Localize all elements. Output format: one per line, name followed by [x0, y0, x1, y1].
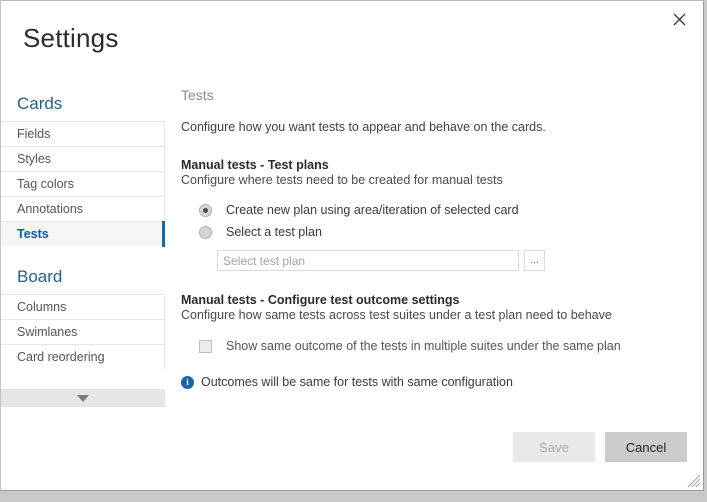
test-plan-picker: ...	[217, 250, 685, 271]
dialog-titlebar: Settings	[1, 1, 703, 73]
chevron-down-icon[interactable]	[1, 389, 165, 407]
settings-sidebar: Cards Fields Styles Tag colors Annotatio…	[1, 87, 165, 407]
radio-label-create-new-plan[interactable]: Create new plan using area/iteration of …	[226, 203, 519, 217]
outcome-settings-description: Configure how same tests across test sui…	[181, 308, 612, 322]
save-button[interactable]: Save	[513, 432, 595, 462]
info-note-text: Outcomes will be same for tests with sam…	[201, 375, 513, 389]
resize-grip-icon[interactable]	[687, 474, 701, 488]
radio-row-create-new-plan[interactable]: Create new plan using area/iteration of …	[199, 199, 685, 221]
test-plans-heading: Manual tests - Test plans	[181, 158, 329, 172]
info-note: i Outcomes will be same for tests with s…	[181, 375, 685, 389]
sidebar-item-fields[interactable]: Fields	[1, 121, 165, 146]
checkbox-label-show-same-outcome[interactable]: Show same outcome of the tests in multip…	[226, 339, 621, 353]
checkbox-row-show-same-outcome[interactable]: Show same outcome of the tests in multip…	[199, 336, 685, 356]
radio-create-new-plan[interactable]	[199, 203, 212, 217]
sidebar-item-tag-colors[interactable]: Tag colors	[1, 171, 165, 196]
radio-row-select-test-plan[interactable]: Select a test plan	[199, 221, 685, 243]
section-title: Tests	[181, 87, 214, 103]
sidebar-group-cards-title: Cards	[1, 87, 165, 121]
page-title: Settings	[23, 23, 119, 53]
close-icon[interactable]	[665, 6, 693, 32]
sidebar-item-tests[interactable]: Tests	[1, 221, 165, 247]
sidebar-item-card-reordering[interactable]: Card reordering	[1, 344, 165, 369]
radio-label-select-test-plan[interactable]: Select a test plan	[226, 225, 322, 239]
info-icon: i	[181, 375, 194, 389]
test-plan-browse-button[interactable]: ...	[524, 250, 545, 271]
sidebar-item-swimlanes[interactable]: Swimlanes	[1, 319, 165, 344]
chevron-down-glyph	[77, 394, 89, 402]
settings-dialog: Settings Cards Fields Styles Tag colors …	[0, 0, 704, 491]
test-plans-description: Configure where tests need to be created…	[181, 173, 503, 187]
sidebar-item-styles[interactable]: Styles	[1, 146, 165, 171]
checkbox-show-same-outcome[interactable]	[199, 339, 212, 353]
sidebar-item-columns[interactable]: Columns	[1, 294, 165, 319]
dialog-footer: Save Cancel	[513, 432, 687, 462]
radio-select-test-plan[interactable]	[199, 225, 212, 239]
outcome-settings-heading: Manual tests - Configure test outcome se…	[181, 293, 460, 307]
sidebar-group-board-title: Board	[1, 260, 165, 294]
settings-main-panel: Tests Configure how you want tests to ap…	[165, 87, 703, 389]
cancel-button[interactable]: Cancel	[605, 432, 687, 462]
sidebar-item-annotations[interactable]: Annotations	[1, 196, 165, 221]
section-intro-text: Configure how you want tests to appear a…	[181, 120, 546, 134]
test-plan-input[interactable]	[217, 250, 519, 271]
